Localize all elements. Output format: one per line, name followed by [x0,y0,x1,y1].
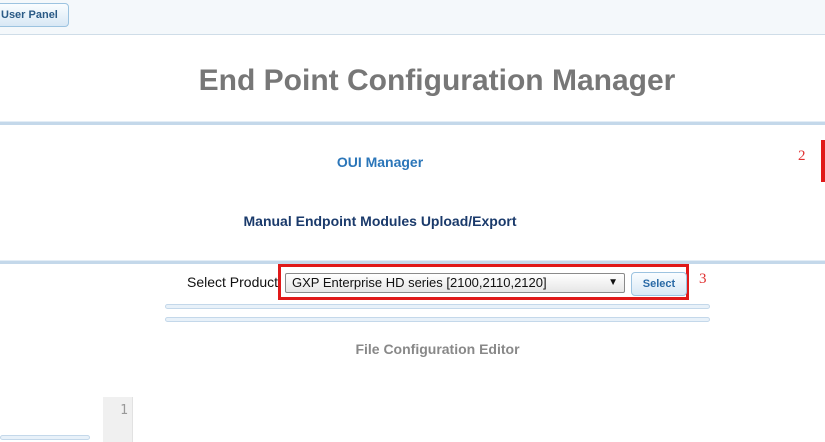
select-button[interactable]: Select [631,272,687,296]
highlight-marker [821,140,825,182]
left-panel-bar [0,435,90,440]
annotation-2: 2 [798,148,806,164]
select-product-label: Select Product: [187,274,282,290]
annotation-3: 3 [699,271,707,287]
page-title: End Point Configuration Manager [198,64,676,97]
dropdown-arrow-icon: ▼ [608,277,618,288]
progress-bar-upper [165,304,710,309]
product-select-value: GXP Enterprise HD series [2100,2110,2120… [292,275,547,290]
section-divider [0,121,825,125]
oui-manager-link[interactable]: OUI Manager [0,154,760,170]
editor-gutter: 1 [103,397,133,442]
user-panel-button[interactable]: User Panel [0,3,69,27]
progress-bar-lower [165,317,710,322]
product-select[interactable]: GXP Enterprise HD series [2100,2110,2120… [285,273,625,293]
top-toolbar: User Panel [0,0,825,35]
file-config-editor-title: File Configuration Editor [355,341,520,357]
line-number: 1 [120,403,128,418]
manual-modules-link[interactable]: Manual Endpoint Modules Upload/Export [0,213,760,229]
